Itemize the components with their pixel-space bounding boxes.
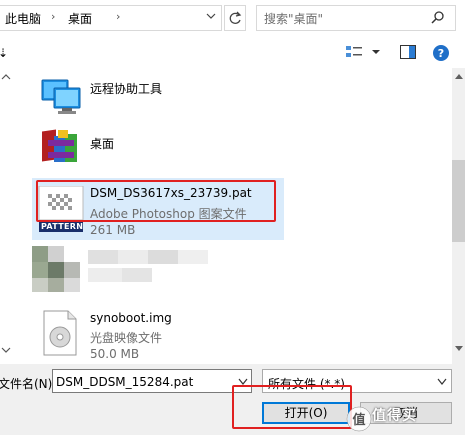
scrollbar-thumb[interactable]	[452, 160, 465, 242]
file-size: 261 MB	[90, 223, 136, 237]
refresh-button[interactable]	[224, 5, 246, 31]
scrollbar-down-icon[interactable]	[455, 346, 463, 352]
scroll-up-arrow-icon[interactable]	[0, 72, 12, 82]
search-placeholder: 搜索"桌面"	[264, 12, 324, 26]
toolbar	[0, 38, 465, 68]
file-size: 50.0 MB	[90, 347, 140, 361]
watermark-text: 值得买	[372, 408, 417, 424]
file-name: 远程协助工具	[90, 82, 163, 96]
breadcrumb-chevron-icon[interactable]: ›	[51, 10, 55, 23]
pixelated-item-icon	[32, 246, 208, 292]
disc-image-icon	[43, 310, 77, 356]
help-icon[interactable]: ?	[432, 44, 450, 62]
breadcrumb-desktop[interactable]: 桌面	[68, 10, 92, 27]
highlight-annotation-box	[232, 385, 352, 429]
scroll-down-arrow-icon[interactable]	[0, 345, 12, 355]
organize-menu-fragment[interactable]: ⇣	[0, 46, 8, 60]
chevron-down-icon[interactable]	[437, 378, 447, 386]
search-icon[interactable]	[430, 10, 446, 26]
refresh-icon	[229, 11, 242, 24]
remote-desktop-icon	[41, 79, 81, 114]
file-name: synoboot.img	[90, 311, 172, 325]
pattern-badge: PATTERN	[41, 222, 84, 231]
filename-value: DSM_DDSM_15284.pat	[56, 375, 194, 389]
scrollbar-up-icon[interactable]	[455, 73, 463, 79]
chevron-down-icon[interactable]	[371, 48, 381, 56]
svg-text:值: 值	[352, 412, 365, 428]
preview-pane-icon[interactable]	[400, 45, 416, 59]
view-options-icon[interactable]	[345, 44, 363, 60]
breadcrumb-chevron-icon[interactable]: ›	[116, 10, 120, 23]
winrar-icon	[42, 129, 77, 162]
address-dropdown-icon[interactable]	[205, 9, 217, 23]
filename-label: 文件名(N):	[0, 377, 57, 391]
highlight-annotation-box	[36, 180, 276, 222]
svg-text:?: ?	[438, 47, 444, 60]
breadcrumb-this-pc[interactable]: 此电脑	[5, 10, 41, 27]
file-name: 桌面	[90, 137, 115, 151]
file-type: 光盘映像文件	[90, 331, 163, 345]
